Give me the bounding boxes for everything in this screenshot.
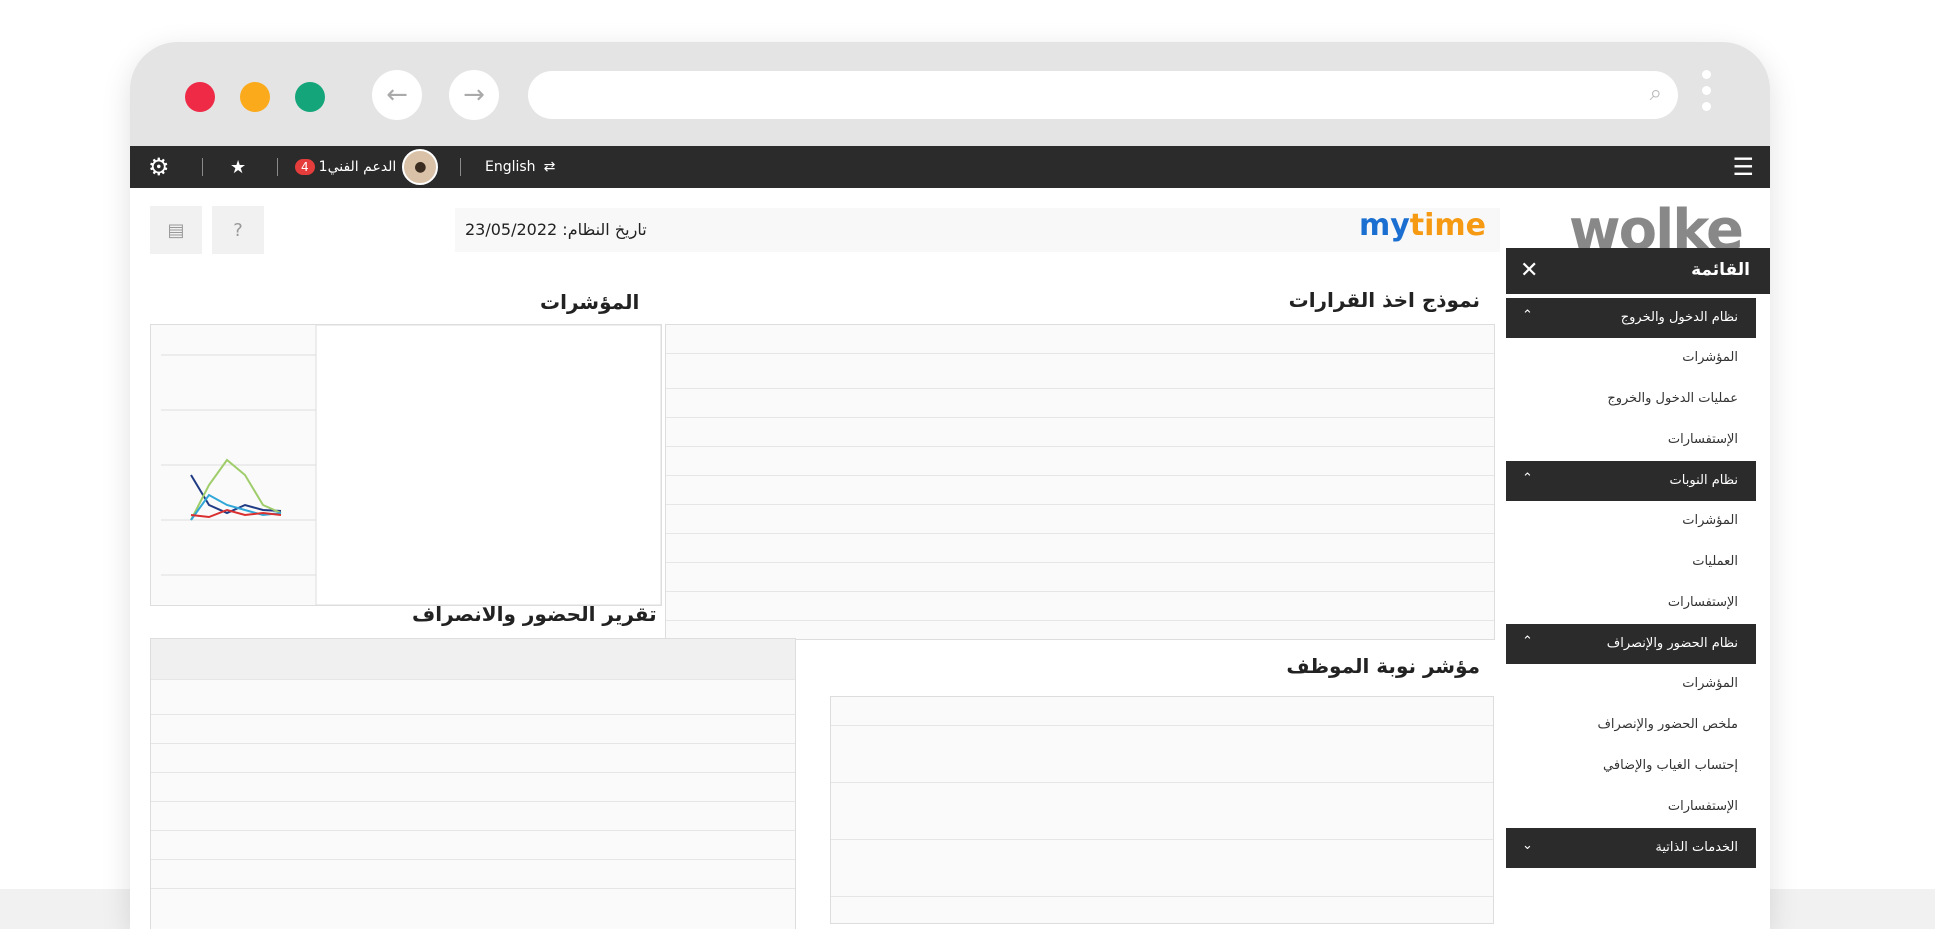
arrow-right-icon: → (463, 80, 485, 110)
chevron-down-icon: ⌄ (1522, 838, 1533, 853)
mytime-logo: mytime (1359, 208, 1486, 243)
forward-button[interactable]: → (449, 70, 499, 120)
minimize-window-button[interactable] (240, 82, 270, 112)
indicators-title: المؤشرات (540, 290, 640, 314)
translate-icon: ⇄ (543, 159, 556, 175)
menu-item-shifts-indicators[interactable]: المؤشرات (1506, 501, 1756, 542)
maximize-window-button[interactable] (295, 82, 325, 112)
menu-item-attendance-queries[interactable]: الإستفسارات (1506, 787, 1756, 828)
browser-menu-button[interactable] (1702, 70, 1712, 118)
menu-item-access-operations[interactable]: عمليات الدخول والخروج (1506, 379, 1756, 420)
chevron-up-icon: ⌃ (1522, 634, 1533, 649)
support-count-badge: 4 (295, 159, 315, 175)
star-icon[interactable]: ★ (230, 146, 246, 188)
help-button[interactable]: ? (212, 206, 264, 254)
menu-item-access-queries[interactable]: الإستفسارات (1506, 420, 1756, 461)
address-bar[interactable]: ⌕ (528, 71, 1678, 119)
language-label: English (485, 159, 536, 175)
menu-header: القائمة ✕ (1506, 248, 1770, 294)
mytime-my: my (1358, 208, 1410, 243)
chevron-up-icon: ⌃ (1522, 308, 1533, 323)
menu-item-shifts-queries[interactable]: الإستفسارات (1506, 583, 1756, 624)
decisions-title: نموذج اخذ القرارات (1288, 288, 1480, 312)
language-switcher[interactable]: English ⇄ (485, 146, 555, 188)
attendance-report-title: تقرير الحضور والانصراف (412, 602, 657, 626)
system-date-bar: تاريخ النظام: 23/05/2022 mytime (455, 208, 1500, 252)
system-date: تاريخ النظام: 23/05/2022 (465, 220, 647, 239)
support-user[interactable]: 4 الدعم الفني1 ● (295, 146, 439, 188)
menu-item-attendance-summary[interactable]: ملخص الحضور والإنصراف (1506, 705, 1756, 746)
search-icon: ⌕ (1649, 81, 1662, 106)
menu-section-access[interactable]: نظام الدخول والخروج ⌃ (1506, 298, 1756, 338)
menu-item-attendance-calc[interactable]: إحتساب الغياب والإضافي (1506, 746, 1756, 787)
arrow-left-icon: ← (386, 80, 408, 110)
main-content: ▤ ? تاريخ النظام: 23/05/2022 mytime نموذ… (130, 188, 1500, 929)
menu-section-attendance[interactable]: نظام الحضور والإنصراف ⌃ (1506, 624, 1756, 664)
menu-item-access-indicators[interactable]: المؤشرات (1506, 338, 1756, 379)
chevron-up-icon: ⌃ (1522, 471, 1533, 486)
top-navigation-bar: ⚙ ★ 4 الدعم الفني1 ● English ⇄ ☰ (130, 146, 1770, 188)
avatar: ● (402, 149, 439, 185)
close-window-button[interactable] (185, 82, 215, 112)
help-icon: ? (233, 219, 243, 241)
menu-section-shifts[interactable]: نظام النوبات ⌃ (1506, 461, 1756, 501)
attendance-report-preview (150, 638, 796, 929)
menu-list: نظام الدخول والخروج ⌃ المؤشرات عمليات ال… (1506, 298, 1756, 868)
back-button[interactable]: ← (372, 70, 422, 120)
sidebar: wolke القائمة ✕ نظام الدخول والخروج ⌃ ال… (1500, 188, 1770, 929)
close-icon[interactable]: ✕ (1520, 258, 1538, 283)
pdf-export-button[interactable]: ▤ (150, 206, 202, 254)
indicators-preview (150, 324, 662, 606)
gear-icon[interactable]: ⚙ (148, 146, 170, 188)
app-screen: ⚙ ★ 4 الدعم الفني1 ● English ⇄ ☰ ▤ ? تار… (130, 146, 1770, 929)
mytime-time: time (1409, 208, 1486, 243)
menu-item-attendance-indicators[interactable]: المؤشرات (1506, 664, 1756, 705)
indicators-chart-thumbnail (161, 324, 662, 606)
support-label: الدعم الفني1 (318, 159, 397, 175)
menu-item-shifts-operations[interactable]: العمليات (1506, 542, 1756, 583)
menu-section-self-service[interactable]: الخدمات الذاتية ⌄ (1506, 828, 1756, 868)
decisions-preview (665, 324, 1495, 640)
pdf-icon: ▤ (167, 219, 185, 241)
browser-frame: ← → ⌕ ⚙ ★ 4 الدعم الفني1 ● English ⇄ ☰ ▤… (130, 42, 1770, 929)
shift-indicator-preview (830, 696, 1494, 924)
menu-title: القائمة (1691, 260, 1750, 280)
hamburger-icon[interactable]: ☰ (1732, 146, 1754, 188)
shift-indicator-title: مؤشر نوبة الموظف (1286, 654, 1480, 678)
